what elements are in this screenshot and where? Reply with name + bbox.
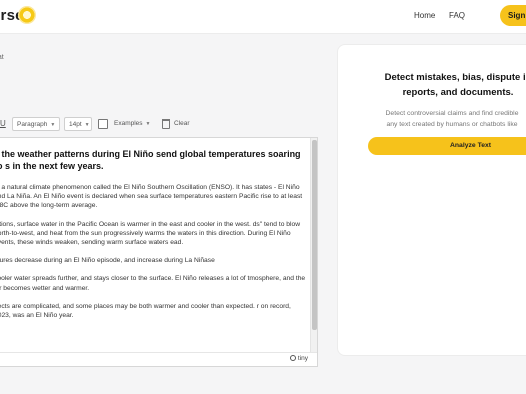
editor-scrollbar[interactable] — [310, 138, 317, 352]
editor-heading: y the weather patterns during El Niño se… — [0, 149, 301, 171]
chevron-down-icon: ▼ — [145, 121, 151, 127]
editor-paragraph: ffects are complicated, and some places … — [0, 302, 291, 320]
text-editor[interactable]: y the weather patterns during El Niño se… — [0, 137, 318, 367]
copy-icon[interactable] — [98, 119, 108, 129]
panel-subtitle: Detect controversial claims and find cre… — [385, 110, 519, 128]
trash-icon[interactable] — [162, 119, 170, 129]
sun-logo-icon — [18, 6, 36, 24]
tiny-branding[interactable]: tiny — [289, 355, 308, 362]
nav-link-home[interactable]: Home — [414, 11, 435, 20]
underline-button[interactable]: U — [0, 117, 6, 131]
paragraph-format-label: Paragraph — [17, 121, 48, 128]
chevron-down-icon: ▼ — [50, 122, 56, 128]
clear-button[interactable]: Clear — [174, 117, 190, 131]
editor-statusbar: tiny — [0, 352, 317, 366]
analyze-text-button[interactable]: Analyze Text — [368, 137, 526, 155]
editor-toolbar: U Paragraph ▼ 14pt ▼ Examples ▼ Clear — [0, 117, 324, 133]
editor-paragraph: cooler water spreads further, and stays … — [0, 275, 306, 292]
scrollbar-thumb[interactable] — [312, 140, 317, 330]
tiny-brand-label: tiny — [297, 355, 308, 362]
paragraph-format-select[interactable]: Paragraph ▼ — [12, 117, 60, 131]
tiny-logo-icon — [289, 355, 296, 361]
examples-label: Examples — [114, 120, 143, 127]
signup-button[interactable]: Sign u — [500, 5, 526, 26]
editor-paragraph: atures decrease during an El Niño episod… — [0, 257, 215, 265]
panel-title: Detect mistakes, bias, dispute in reports… — [384, 72, 526, 98]
editor-paragraph: ditions, surface water in the Pacific Oc… — [0, 220, 301, 247]
editor-paragraph: of a natural climate phenomenon called t… — [0, 184, 303, 210]
analysis-panel: Detect mistakes, bias, dispute in reports… — [337, 44, 526, 356]
editor-panel: nat U Paragraph▼ 14pt▼ Examples▼ Clear y… — [0, 40, 328, 367]
font-size-label: 14pt — [69, 121, 82, 128]
editor-content[interactable]: y the weather patterns during El Niño se… — [0, 138, 312, 352]
chevron-down-icon: ▼ — [84, 122, 90, 128]
top-navbar: erse Home FAQ Sign u — [0, 0, 526, 34]
examples-dropdown[interactable]: Examples ▼ — [114, 117, 151, 131]
nav-link-faq[interactable]: FAQ — [449, 11, 465, 20]
font-size-select[interactable]: 14pt ▼ — [64, 117, 92, 131]
card-label: nat — [0, 54, 4, 61]
